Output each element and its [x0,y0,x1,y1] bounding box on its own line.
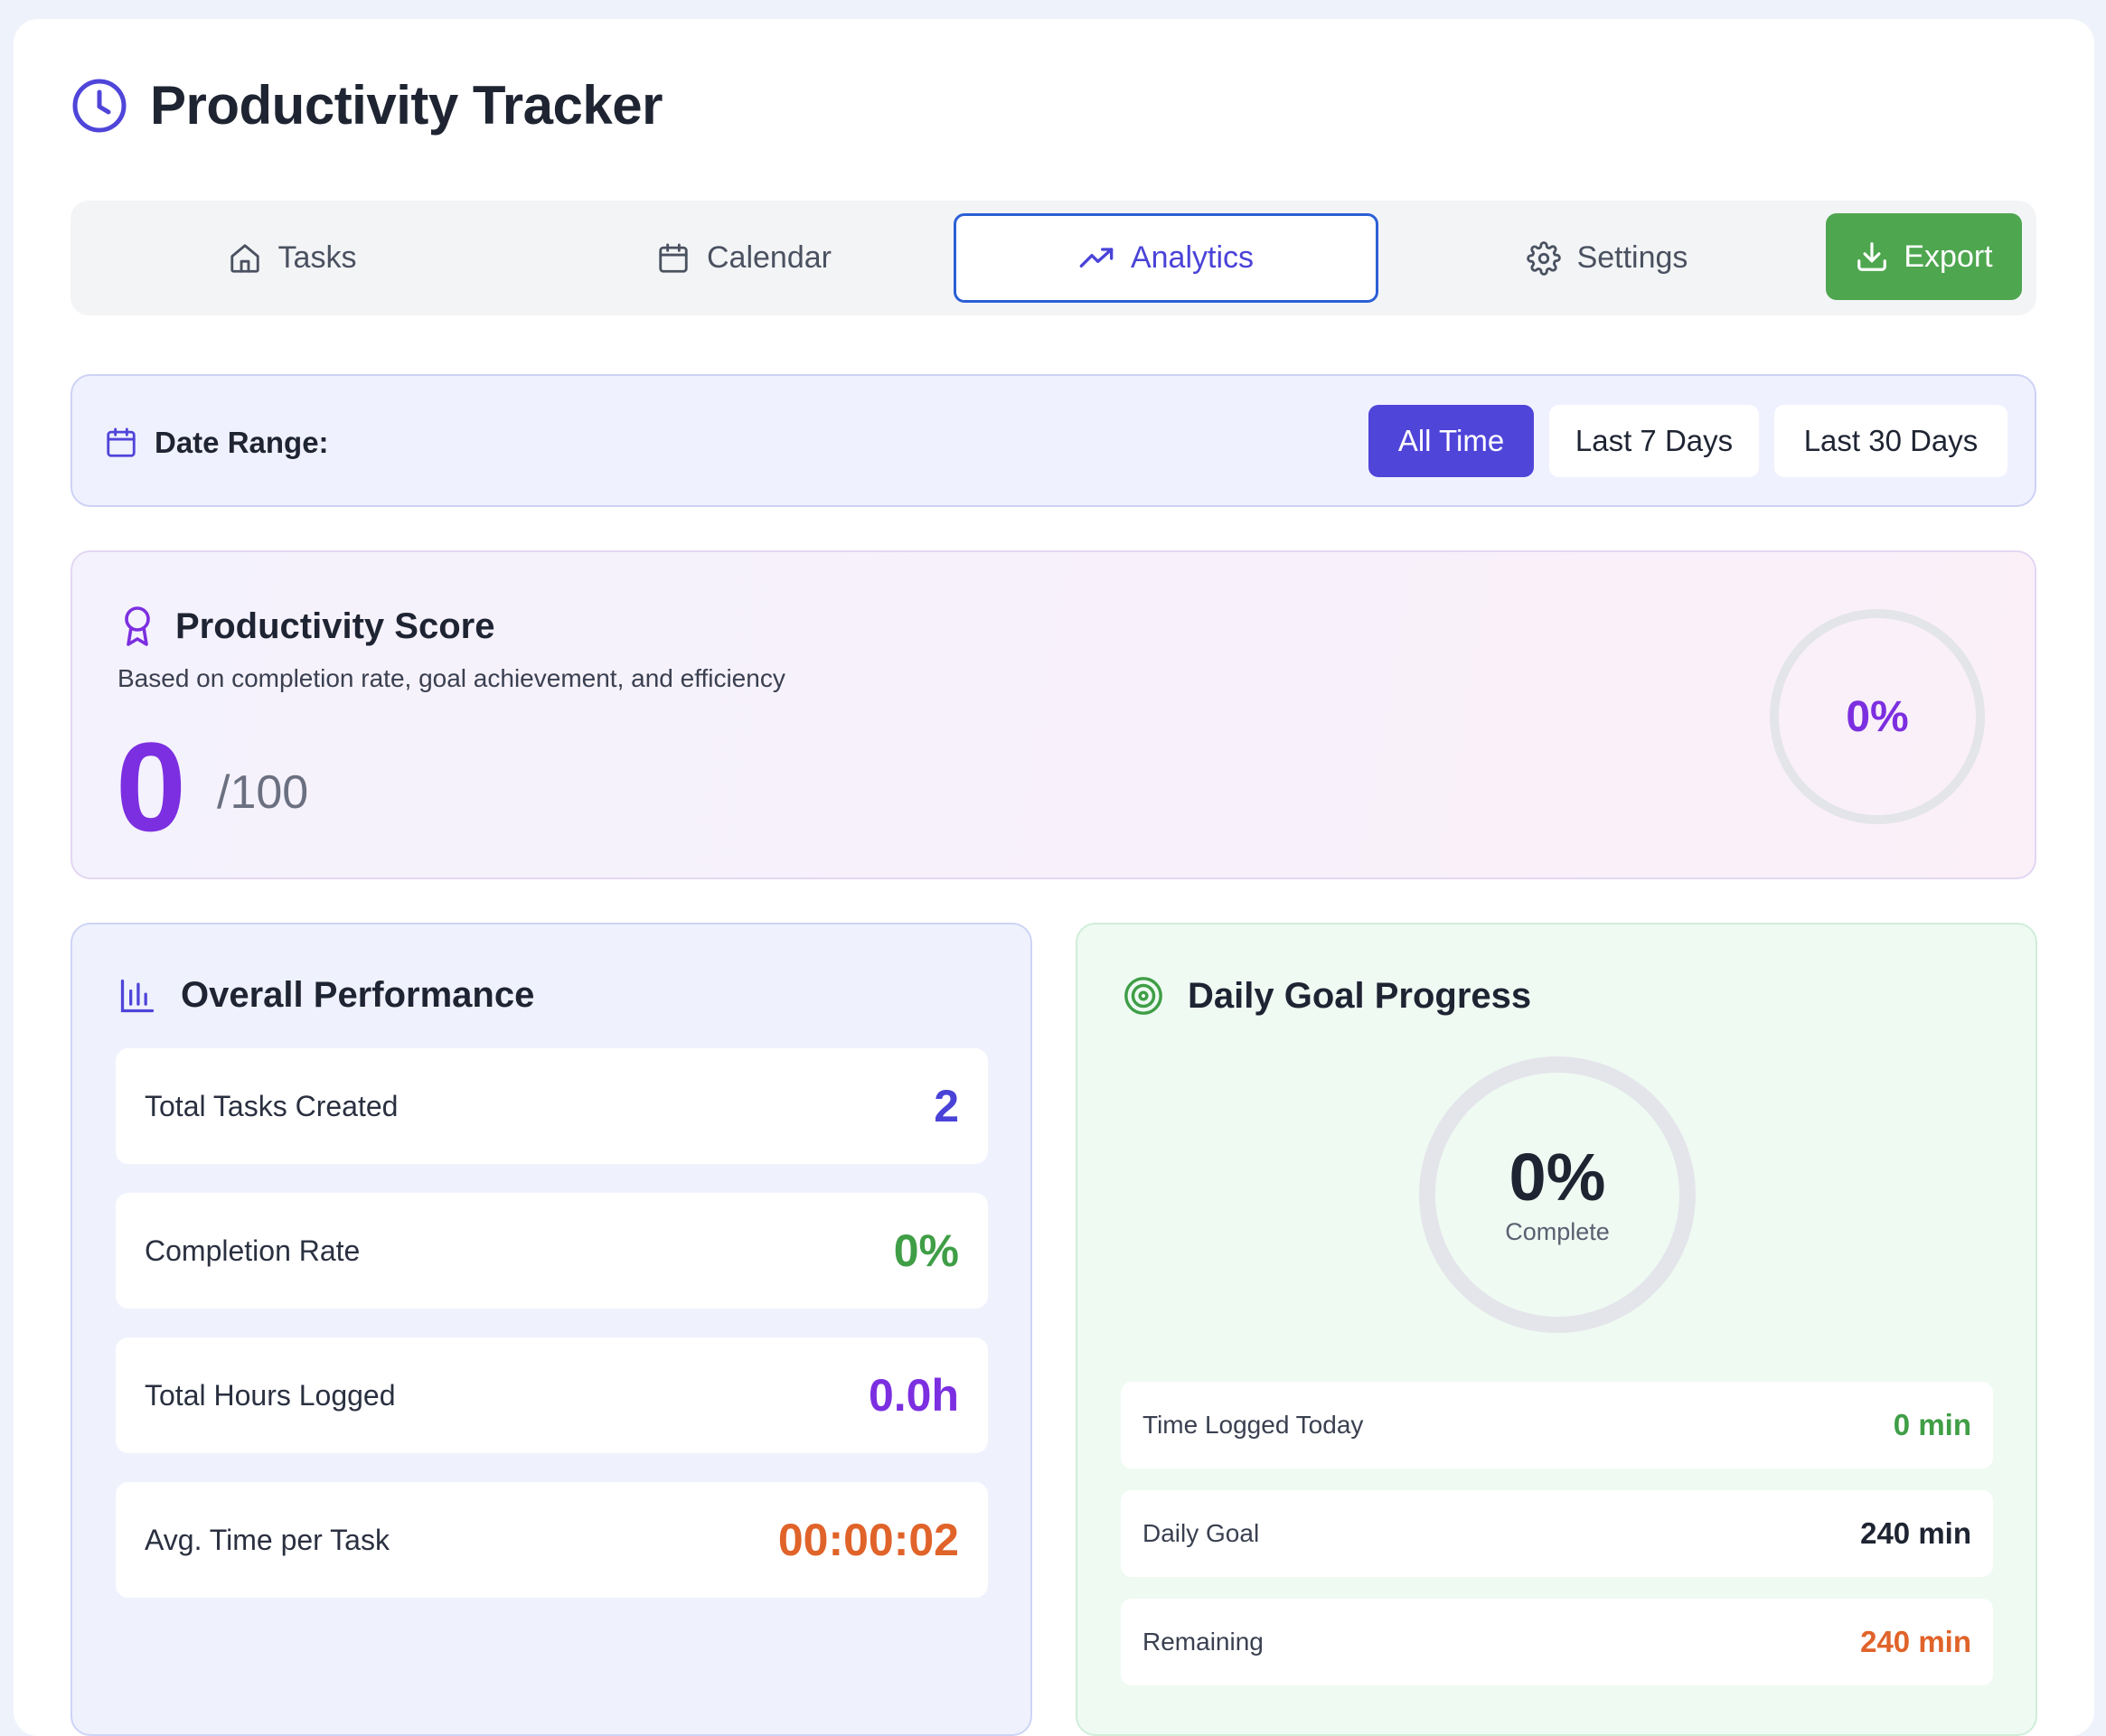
daily-goal-percent-label: Complete [1505,1217,1610,1245]
productivity-score-card: Productivity Score Based on completion r… [71,550,2036,879]
date-range-label-text: Date Range: [155,425,329,459]
daily-goal-percent: 0% [1509,1139,1606,1215]
home-icon [230,243,259,273]
range-all-time-button[interactable]: All Time [1368,405,1534,477]
stat-label: Total Tasks Created [145,1089,399,1122]
award-icon [125,606,150,646]
stat-row-completion-rate: Completion Rate 0% [116,1193,988,1309]
tab-tasks-label: Tasks [277,240,357,275]
goal-row-time-logged: Time Logged Today 0 min [1121,1382,1993,1469]
productivity-score-value: 0 [116,716,186,858]
daily-goal-ring: 0% Complete [1417,1055,1697,1335]
daily-goal-title: Daily Goal Progress [1123,975,1531,1017]
stat-row-total-hours: Total Hours Logged 0.0h [116,1337,988,1453]
export-button-label: Export [1904,239,1993,274]
stat-value: 0.0h [868,1370,959,1421]
tab-calendar[interactable]: Calendar [559,213,929,303]
trending-up-icon [1079,247,1114,267]
stat-value: 0% [893,1225,959,1276]
stat-label: Total Hours Logged [145,1378,396,1412]
export-button[interactable]: Export [1826,213,2022,300]
date-range-label: Date Range: [104,376,329,509]
productivity-score-ring-label: 0% [1846,692,1909,741]
goal-row-label: Remaining [1142,1628,1264,1656]
page-title: Productivity Tracker [150,75,663,136]
overall-performance-title: Overall Performance [118,975,534,1016]
gear-icon [1526,240,1561,276]
daily-goal-card: Daily Goal Progress 0% Complete Time Log… [1076,923,2037,1736]
overall-performance-card: Overall Performance Total Tasks Created … [71,923,1032,1736]
productivity-score-title: Productivity Score [119,605,494,648]
goal-row-remaining: Remaining 240 min [1121,1599,1993,1685]
download-icon [1857,242,1887,271]
tab-settings-label: Settings [1576,240,1688,275]
goal-row-value: 0 min [1893,1408,1971,1441]
target-icon [1124,977,1162,1015]
stat-value: 2 [934,1081,959,1131]
goal-row-daily-goal: Daily Goal 240 min [1121,1490,1993,1577]
tab-analytics-label: Analytics [1130,240,1255,275]
stat-value: 00:00:02 [777,1515,959,1565]
productivity-score-title-text: Productivity Score [175,605,495,646]
daily-goal-title-text: Daily Goal Progress [1188,975,1532,1016]
goal-row-value: 240 min [1860,1625,1971,1658]
tab-analytics[interactable]: Analytics [954,213,1378,303]
tab-settings[interactable]: Settings [1426,213,1788,303]
page-header: Productivity Tracker [71,74,663,136]
range-last-7-days-button[interactable]: Last 7 Days [1549,405,1759,477]
date-range-bar: Date Range: All Time Last 7 Days Last 30… [71,374,2036,507]
goal-row-label: Daily Goal [1142,1519,1260,1547]
goal-row-label: Time Logged Today [1142,1411,1364,1439]
overall-performance-title-text: Overall Performance [181,975,535,1015]
stat-row-total-tasks: Total Tasks Created 2 [116,1048,988,1164]
goal-row-value: 240 min [1860,1516,1971,1550]
clock-icon [72,79,127,132]
range-last-30-days-button[interactable]: Last 30 Days [1774,405,2007,477]
bar-chart-icon [120,979,155,1012]
stat-row-avg-time: Avg. Time per Task 00:00:02 [116,1482,988,1598]
stat-label: Completion Rate [145,1234,361,1267]
main-nav: Tasks Calendar Analytics Settings Export [71,201,2036,315]
productivity-score-ring: 0% [1767,606,1988,827]
stat-label: Avg. Time per Task [145,1523,390,1556]
tab-tasks[interactable]: Tasks [107,213,477,303]
calendar-icon [659,243,688,273]
calendar-icon [107,427,136,457]
productivity-score-subtitle: Based on completion rate, goal achieveme… [118,664,785,692]
productivity-score-max: /100 [217,766,309,819]
tab-calendar-label: Calendar [707,240,832,275]
